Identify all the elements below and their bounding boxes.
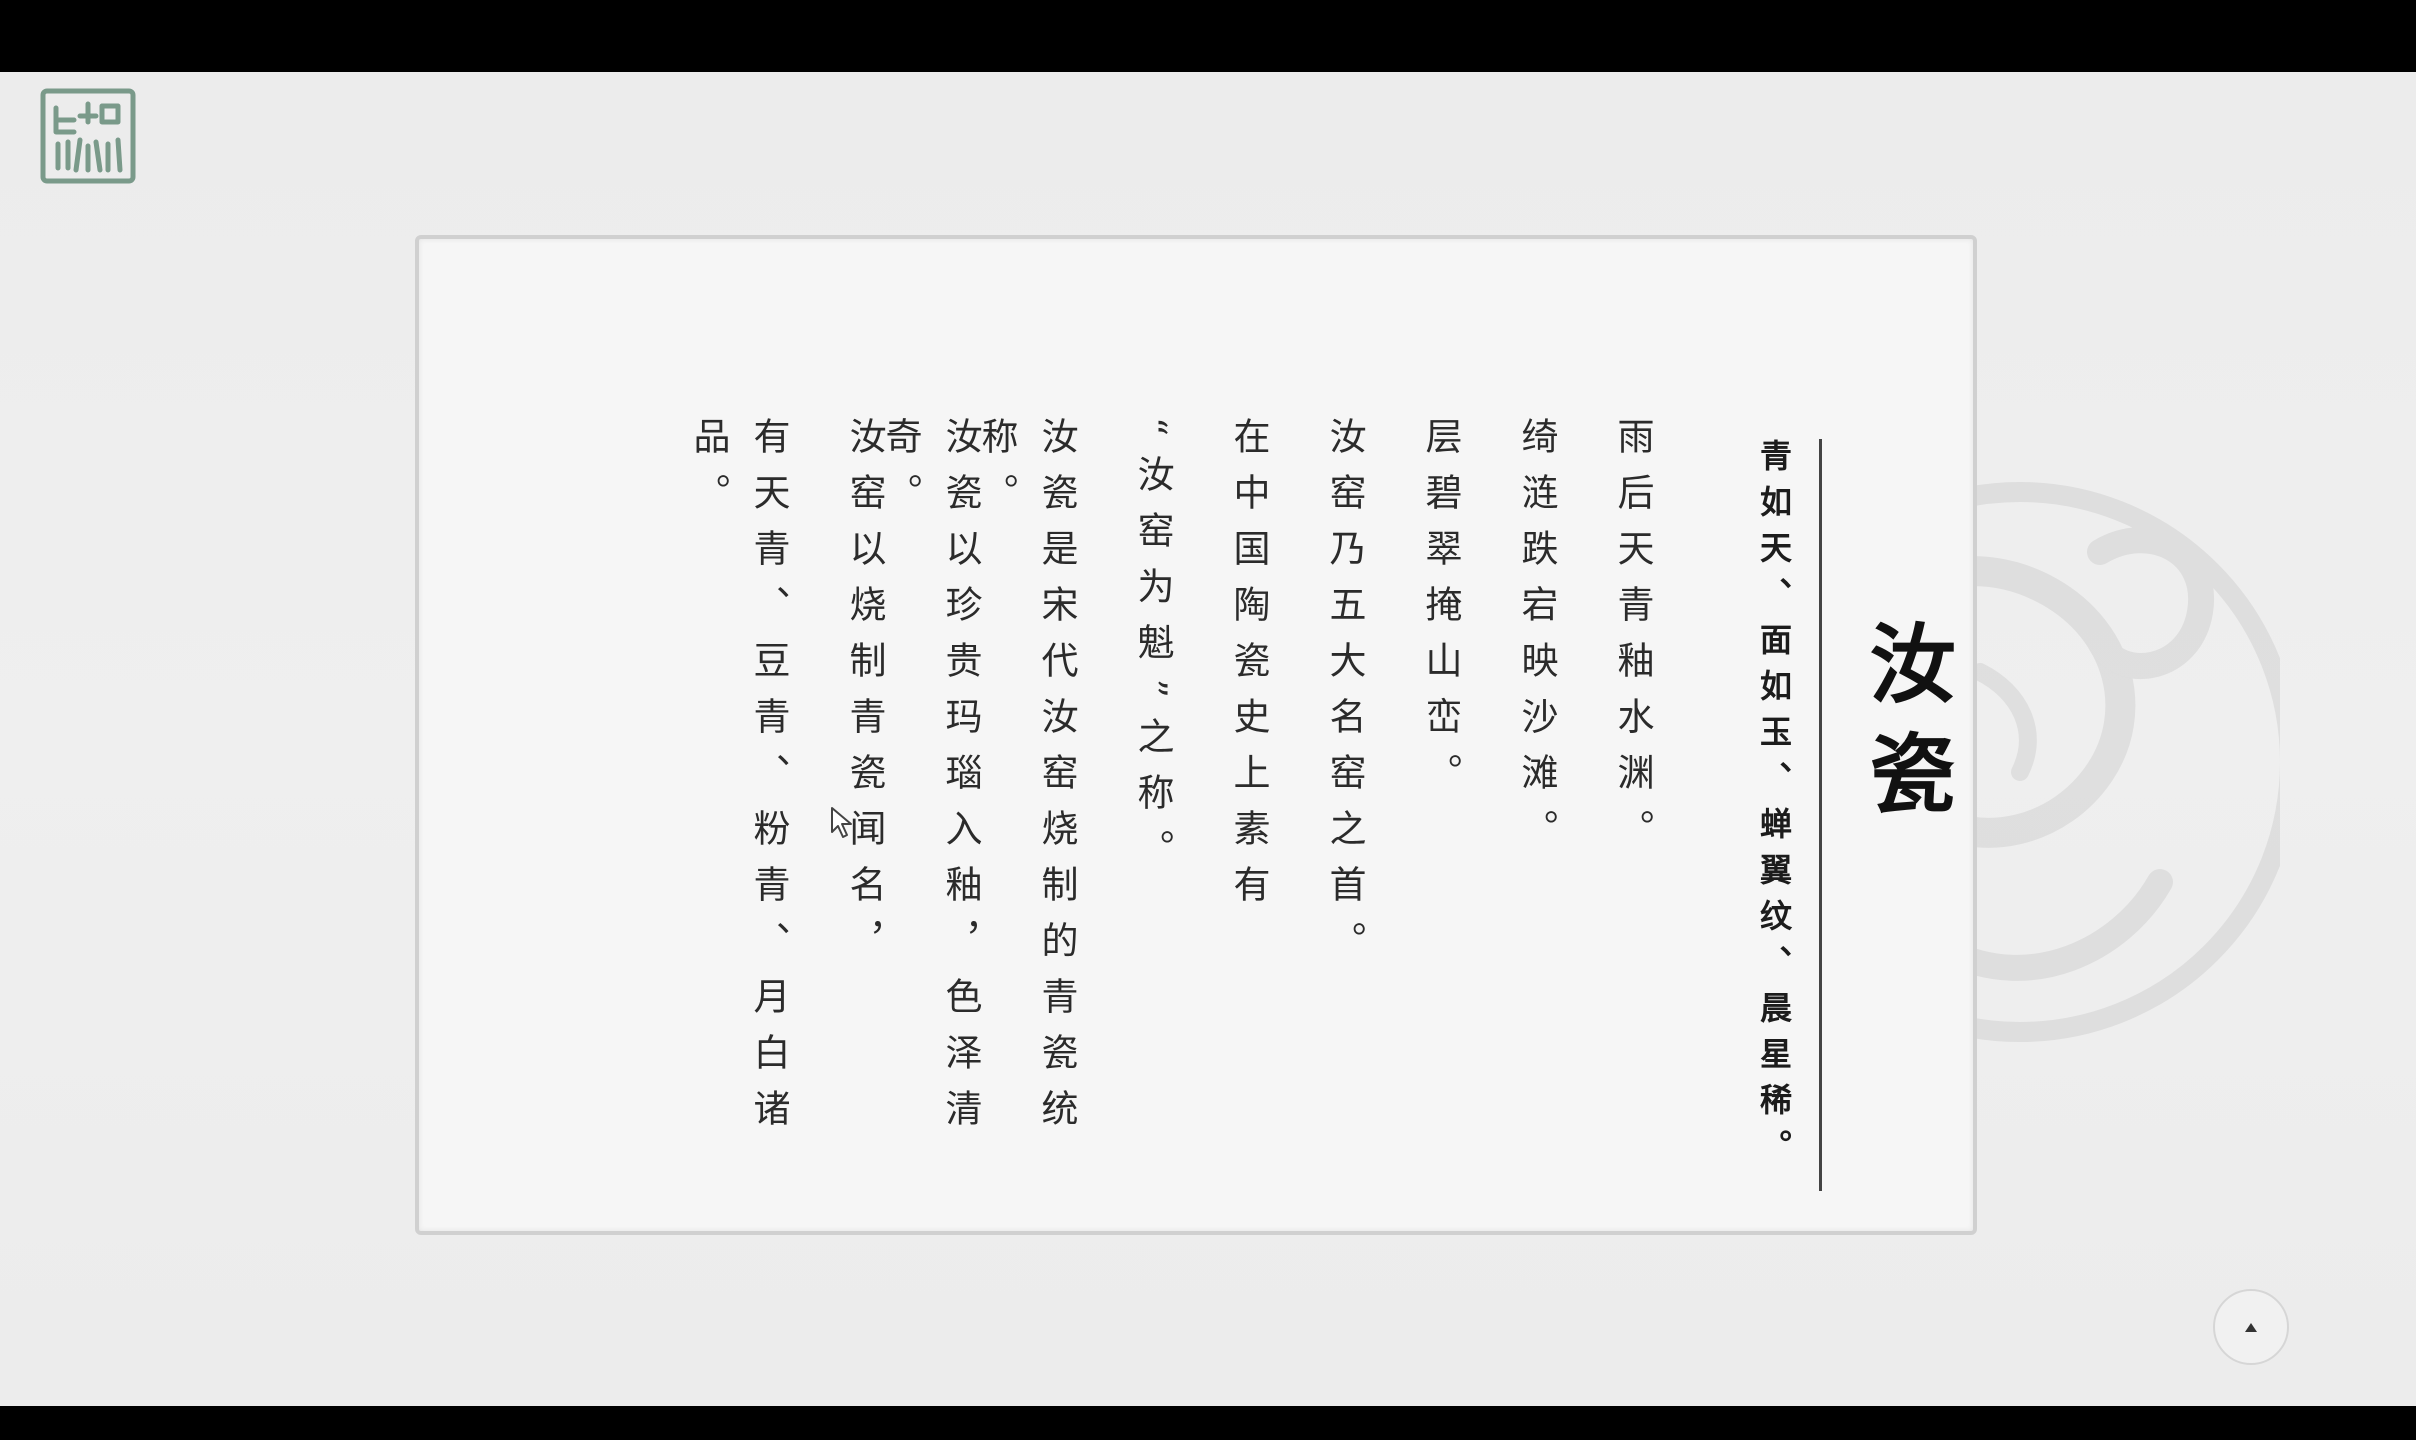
poem-column-2: 绮涟跌宕映沙滩。 bbox=[1515, 417, 1558, 865]
poem-column-6: “汝窑为魁”之称。 bbox=[1131, 417, 1174, 885]
scroll-to-top-button[interactable] bbox=[2213, 1289, 2289, 1365]
poem-column-10: 有天青、豆青、粉青、月白诸品。 bbox=[687, 417, 790, 1145]
top-black-bar bbox=[0, 0, 2416, 72]
poem-card: 雨后天青釉水渊。 绮涟跌宕映沙滩。 层碧翠掩山峦。 汝窑乃五大名窑之首。 在中国… bbox=[415, 235, 1977, 1235]
bottom-black-bar bbox=[0, 1406, 2416, 1440]
poem-column-4: 汝窑乃五大名窑之首。 bbox=[1323, 417, 1366, 977]
poem-column-1: 雨后天青釉水渊。 bbox=[1611, 417, 1654, 865]
mouse-pointer-icon bbox=[831, 807, 852, 838]
arrow-up-icon bbox=[2245, 1322, 2257, 1332]
poem-column-7: 汝瓷是宋代汝窑烧制的青瓷统称。 bbox=[975, 417, 1078, 1145]
page-subtitle: 青如天、面如玉、蝉翼纹、晨星稀。 bbox=[1755, 439, 1793, 1175]
page-background: 雨后天青釉水渊。 绮涟跌宕映沙滩。 层碧翠掩山峦。 汝窑乃五大名窑之首。 在中国… bbox=[0, 72, 2416, 1406]
poem-column-5: 在中国陶瓷史上素有 bbox=[1227, 417, 1270, 921]
poem-column-8: 汝瓷以珍贵玛瑙入釉，色泽清奇。 bbox=[879, 417, 982, 1145]
page-title: 汝瓷 bbox=[1854, 619, 1955, 839]
title-divider bbox=[1819, 439, 1822, 1191]
poem-column-9: 汝窑以烧制青瓷闻名， bbox=[843, 417, 886, 977]
ru-seal-logo-icon[interactable] bbox=[40, 88, 136, 184]
poem-column-3: 层碧翠掩山峦。 bbox=[1419, 417, 1462, 809]
